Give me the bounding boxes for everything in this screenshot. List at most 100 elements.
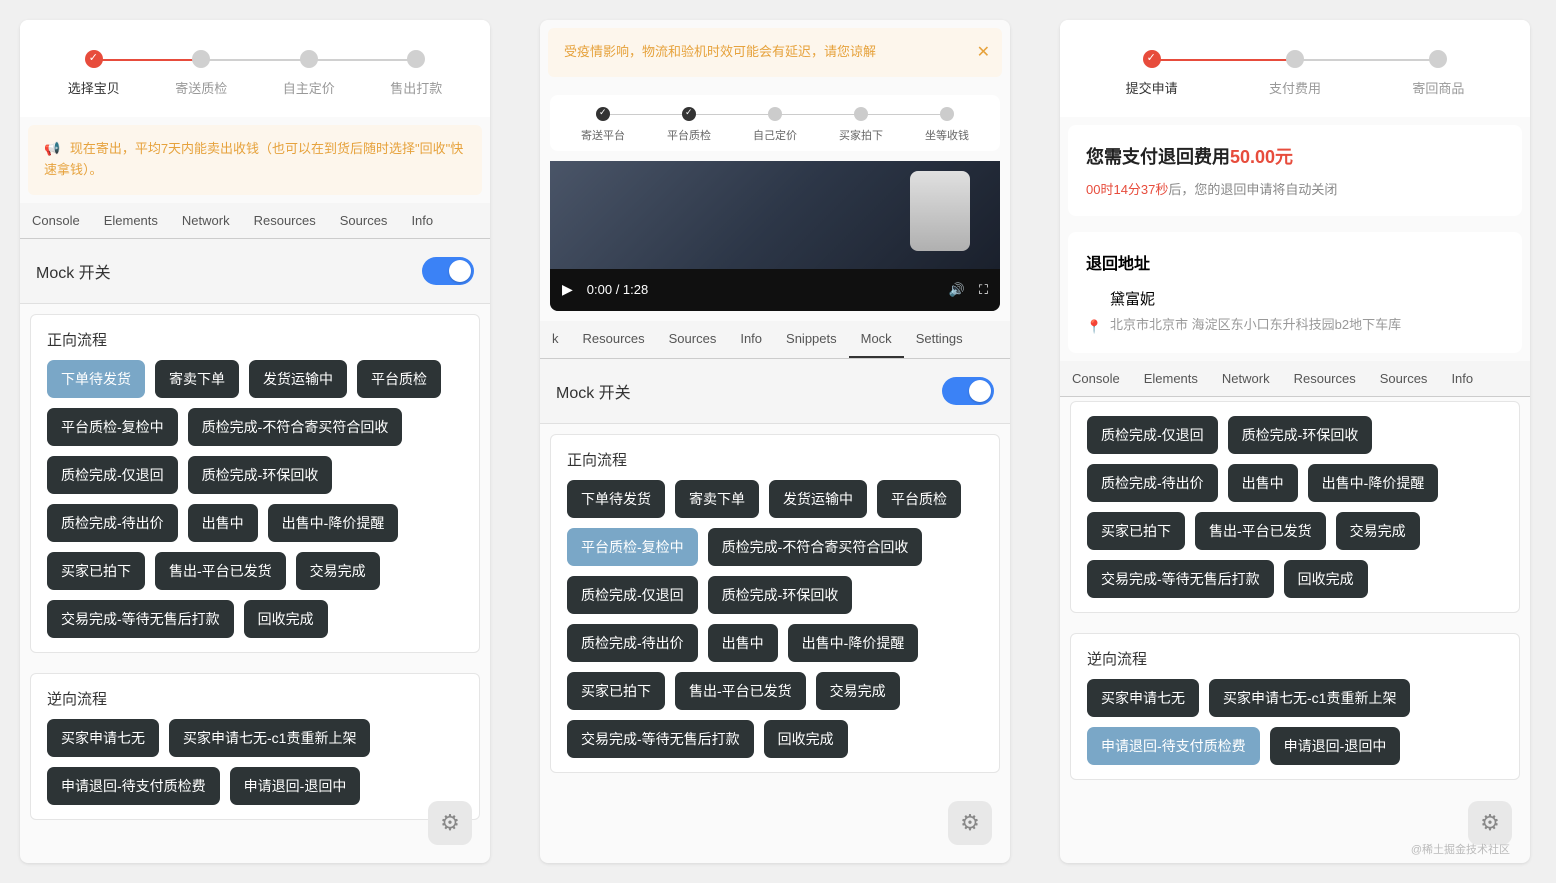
state-pill[interactable]: 寄卖下单: [155, 360, 239, 398]
devtools-tab[interactable]: Resources: [571, 321, 657, 358]
state-pill[interactable]: 回收完成: [764, 720, 848, 758]
state-pill[interactable]: 申请退回-待支付质检费: [47, 767, 220, 805]
devtools-tab[interactable]: Elements: [92, 203, 170, 238]
state-pill[interactable]: 发货运输中: [249, 360, 347, 398]
state-pill[interactable]: 申请退回-待支付质检费: [1087, 727, 1260, 765]
state-pill[interactable]: 质检完成-环保回收: [188, 456, 333, 494]
devtools-tab[interactable]: Elements: [1132, 361, 1210, 396]
fullscreen-icon[interactable]: ⛶: [979, 282, 988, 298]
state-pill[interactable]: 买家申请七无-c1责重新上架: [1209, 679, 1410, 717]
devtools-tab[interactable]: Sources: [657, 321, 729, 358]
state-pill[interactable]: 交易完成: [1336, 512, 1420, 550]
devtools-tab[interactable]: Resources: [242, 203, 328, 238]
devtools-tab[interactable]: Sources: [328, 203, 400, 238]
state-pill[interactable]: 申请退回-退回中: [1270, 727, 1401, 765]
reverse-pills: 买家申请七无买家申请七无-c1责重新上架申请退回-待支付质检费申请退回-退回中: [47, 719, 463, 805]
devtools-tab[interactable]: Info: [728, 321, 774, 358]
step-label: 售出打款: [390, 78, 442, 97]
state-pill[interactable]: 下单待发货: [567, 480, 665, 518]
state-pill[interactable]: 出售中: [188, 504, 258, 542]
progress-steps: 提交申请支付费用寄回商品: [1060, 20, 1530, 117]
info-banner: 📢 现在寄出，平均7天内能卖出收钱（也可以在到货后随时选择"回收"快速拿钱）。: [28, 125, 482, 195]
volume-icon[interactable]: 🔊: [949, 282, 965, 298]
reverse-title: 逆向流程: [47, 688, 463, 709]
state-pill[interactable]: 售出-平台已发货: [155, 552, 286, 590]
state-pill[interactable]: 寄卖下单: [675, 480, 759, 518]
state-pill[interactable]: 交易完成-等待无售后打款: [567, 720, 754, 758]
state-pill[interactable]: 出售中-降价提醒: [788, 624, 919, 662]
state-pill[interactable]: 交易完成-等待无售后打款: [1087, 560, 1274, 598]
state-pill[interactable]: 质检完成-待出价: [567, 624, 698, 662]
video-player[interactable]: 0:00 / 1:28 🔊 ⛶: [550, 161, 1000, 311]
state-pill[interactable]: 出售中: [708, 624, 778, 662]
state-pill[interactable]: 质检完成-仅退回: [1087, 416, 1218, 454]
state-pill[interactable]: 质检完成-待出价: [1087, 464, 1218, 502]
close-icon[interactable]: ✕: [977, 40, 990, 66]
devtools-tab[interactable]: Console: [20, 203, 92, 238]
state-pill[interactable]: 买家已拍下: [1087, 512, 1185, 550]
forward-pills: 下单待发货寄卖下单发货运输中平台质检平台质检-复检中质检完成-不符合寄买符合回收…: [567, 480, 983, 758]
payment-title: 您需支付退回费用50.00元: [1086, 143, 1504, 169]
devtools-tab[interactable]: Settings: [904, 321, 975, 358]
state-pill[interactable]: 回收完成: [1284, 560, 1368, 598]
step-item: 售出打款: [363, 50, 471, 97]
state-pill[interactable]: 买家申请七无-c1责重新上架: [169, 719, 370, 757]
state-pill[interactable]: 质检完成-不符合寄买符合回收: [708, 528, 923, 566]
state-pill[interactable]: 买家已拍下: [47, 552, 145, 590]
video-controls: 0:00 / 1:28 🔊 ⛶: [550, 269, 1000, 311]
state-pill[interactable]: 质检完成-不符合寄买符合回收: [188, 408, 403, 446]
step-dot-icon: [682, 107, 696, 121]
state-pill[interactable]: 出售中-降价提醒: [1308, 464, 1439, 502]
devtools-tab[interactable]: Network: [170, 203, 242, 238]
play-icon[interactable]: [562, 281, 573, 298]
state-pill[interactable]: 平台质检-复检中: [47, 408, 178, 446]
state-pill[interactable]: 下单待发货: [47, 360, 145, 398]
state-pill[interactable]: 质检完成-环保回收: [1228, 416, 1373, 454]
state-pill[interactable]: 质检完成-待出价: [47, 504, 178, 542]
step-dot-icon: [300, 50, 318, 68]
state-pill[interactable]: 出售中: [1228, 464, 1298, 502]
step-item: 寄回商品: [1367, 50, 1510, 97]
state-pill[interactable]: 质检完成-仅退回: [567, 576, 698, 614]
mock-toggle[interactable]: [942, 377, 994, 405]
state-pill[interactable]: 交易完成-等待无售后打款: [47, 600, 234, 638]
devtools-tab[interactable]: Resources: [1282, 361, 1368, 396]
step-item: 选择宝贝: [40, 50, 148, 97]
state-pill[interactable]: 售出-平台已发货: [675, 672, 806, 710]
mock-toggle[interactable]: [422, 257, 474, 285]
devtools-tab[interactable]: Snippets: [774, 321, 849, 358]
mock-label: Mock 开关: [36, 259, 111, 283]
state-pill[interactable]: 平台质检-复检中: [567, 528, 698, 566]
state-pill[interactable]: 平台质检: [357, 360, 441, 398]
state-pill[interactable]: 申请退回-退回中: [230, 767, 361, 805]
devtools-tabs: kResourcesSourcesInfoSnippetsMockSetting…: [540, 321, 1010, 359]
step-line: [689, 114, 775, 115]
state-pill[interactable]: 售出-平台已发货: [1195, 512, 1326, 550]
state-pill[interactable]: 发货运输中: [769, 480, 867, 518]
state-pill[interactable]: 买家申请七无: [1087, 679, 1199, 717]
devtools-tab[interactable]: Network: [1210, 361, 1282, 396]
devtools-tab[interactable]: k: [540, 321, 571, 358]
state-pill[interactable]: 交易完成: [816, 672, 900, 710]
state-pill[interactable]: 买家申请七无: [47, 719, 159, 757]
devtools-tab[interactable]: Mock: [849, 321, 904, 358]
state-pill[interactable]: 平台质检: [877, 480, 961, 518]
devtools-tab[interactable]: Sources: [1368, 361, 1440, 396]
devtools-tab[interactable]: Info: [1439, 361, 1485, 396]
state-pill[interactable]: 回收完成: [244, 600, 328, 638]
step-dot-icon: [940, 107, 954, 121]
panel-1: 选择宝贝寄送质检自主定价售出打款 📢 现在寄出，平均7天内能卖出收钱（也可以在到…: [20, 20, 490, 863]
settings-gear-icon[interactable]: ⚙: [1468, 801, 1512, 845]
state-pill[interactable]: 质检完成-仅退回: [47, 456, 178, 494]
state-pill[interactable]: 出售中-降价提醒: [268, 504, 399, 542]
state-pill[interactable]: 交易完成: [296, 552, 380, 590]
step-item: 寄送平台: [560, 107, 646, 143]
state-pill[interactable]: 买家已拍下: [567, 672, 665, 710]
devtools-tab[interactable]: Console: [1060, 361, 1132, 396]
step-dot-icon: [192, 50, 210, 68]
state-pill[interactable]: 质检完成-环保回收: [708, 576, 853, 614]
settings-gear-icon[interactable]: ⚙: [428, 801, 472, 845]
settings-gear-icon[interactable]: ⚙: [948, 801, 992, 845]
devtools-tab[interactable]: Info: [399, 203, 445, 238]
step-dot-icon: [1286, 50, 1304, 68]
